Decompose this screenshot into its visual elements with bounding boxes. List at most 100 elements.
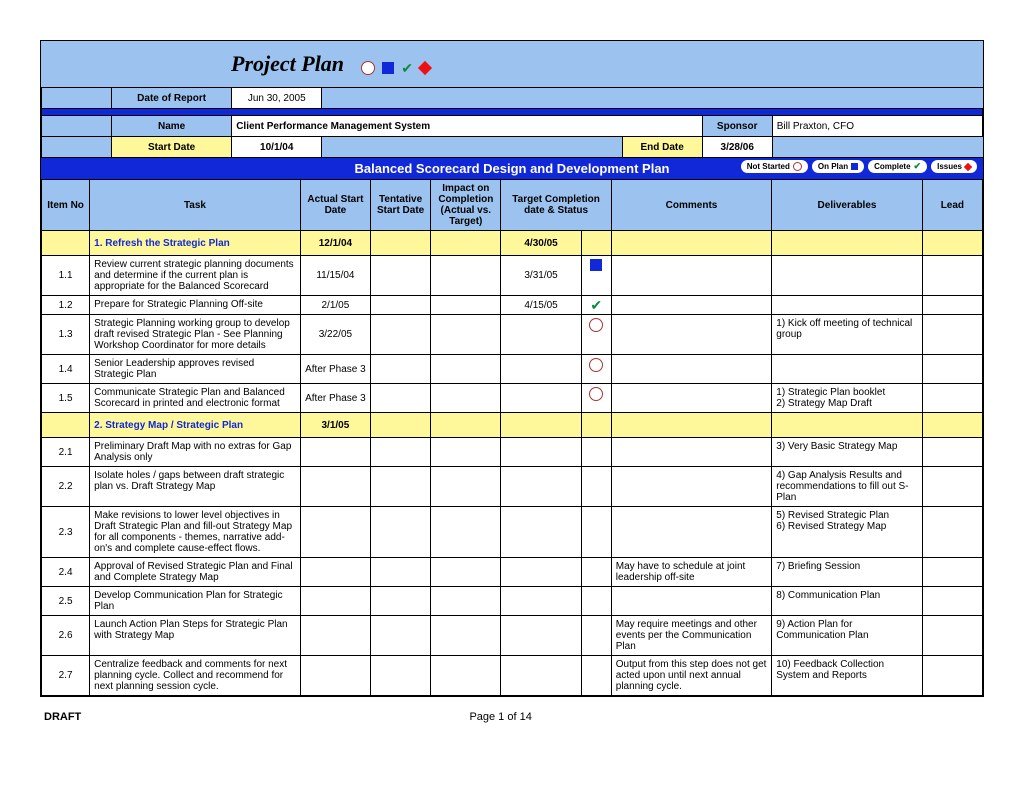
cell-comments: [611, 355, 772, 384]
cell-lead: [922, 355, 982, 384]
cell-impact: [431, 315, 501, 355]
cell-target: [501, 507, 581, 558]
page-footer: DRAFT Page 1 of 14: [40, 697, 984, 723]
group-target: 4/30/05: [501, 231, 581, 256]
task-row: 1.5Communicate Strategic Plan and Balanc…: [42, 384, 983, 413]
cell-deliverables: 8) Communication Plan: [772, 587, 922, 616]
cell-actual-start: 2/1/05: [300, 296, 370, 315]
cell-comments: May have to schedule at joint leadership…: [611, 558, 772, 587]
cell-item: 2.6: [42, 616, 90, 656]
section-banner: Balanced Scorecard Design and Developmen…: [41, 158, 983, 179]
cell-status: [581, 355, 611, 384]
cell-status: [581, 467, 611, 507]
cell-task: Centralize feedback and comments for nex…: [90, 656, 301, 696]
cell-lead: [922, 296, 982, 315]
task-row: 2.4Approval of Revised Strategic Plan an…: [42, 558, 983, 587]
cell-impact: [431, 616, 501, 656]
cell-target: [501, 587, 581, 616]
cell-item: 1.1: [42, 256, 90, 296]
section-title: Balanced Scorecard Design and Developmen…: [355, 161, 670, 176]
cell-impact: [431, 256, 501, 296]
group-actual-start: 12/1/04: [300, 231, 370, 256]
cell-lead: [922, 558, 982, 587]
cell-tentative-start: [371, 656, 431, 696]
cell-item: 2.3: [42, 507, 90, 558]
legend-not-started: Not Started: [741, 160, 808, 173]
cell-task: Isolate holes / gaps between draft strat…: [90, 467, 301, 507]
cell-target: 4/15/05: [501, 296, 581, 315]
cell-task: Strategic Planning working group to deve…: [90, 315, 301, 355]
cell-target: [501, 355, 581, 384]
on-plan-icon: [590, 259, 602, 271]
group-heading: 1. Refresh the Strategic Plan: [90, 231, 301, 256]
cell-item: 1.3: [42, 315, 90, 355]
col-comments: Comments: [611, 180, 772, 231]
cell-tentative-start: [371, 384, 431, 413]
title-status-icons: ✔: [359, 61, 432, 75]
group-target: [501, 413, 581, 438]
cell-task: Communicate Strategic Plan and Balanced …: [90, 384, 301, 413]
col-impact: Impact on Completion (Actual vs. Target): [431, 180, 501, 231]
cell-status: [581, 256, 611, 296]
end-date-value: 3/28/06: [702, 137, 772, 158]
issues-icon: [418, 61, 432, 75]
not-started-icon: [361, 61, 375, 75]
cell-item: 1.2: [42, 296, 90, 315]
cell-impact: [431, 656, 501, 696]
date-of-report-value: Jun 30, 2005: [232, 88, 322, 109]
cell-tentative-start: [371, 355, 431, 384]
col-task: Task: [90, 180, 301, 231]
cell-tentative-start: [371, 438, 431, 467]
cell-deliverables: [772, 296, 922, 315]
page-title: Project Plan: [231, 51, 344, 77]
task-row: 1.2Prepare for Strategic Planning Off-si…: [42, 296, 983, 315]
date-of-report-label: Date of Report: [112, 88, 232, 109]
cell-comments: [611, 587, 772, 616]
cell-comments: [611, 384, 772, 413]
task-row: 1.3Strategic Planning working group to d…: [42, 315, 983, 355]
cell-actual-start: 3/22/05: [300, 315, 370, 355]
cell-comments: [611, 315, 772, 355]
cell-target: [501, 558, 581, 587]
cell-impact: [431, 384, 501, 413]
cell-lead: [922, 656, 982, 696]
cell-tentative-start: [371, 315, 431, 355]
cell-deliverables: 3) Very Basic Strategy Map: [772, 438, 922, 467]
task-row: 2.2Isolate holes / gaps between draft st…: [42, 467, 983, 507]
cell-task: Review current strategic planning docume…: [90, 256, 301, 296]
task-row: 2.6Launch Action Plan Steps for Strategi…: [42, 616, 983, 656]
cell-impact: [431, 355, 501, 384]
cell-status: [581, 656, 611, 696]
cell-actual-start: 11/15/04: [300, 256, 370, 296]
col-tent: Tentative Start Date: [371, 180, 431, 231]
col-deliv: Deliverables: [772, 180, 922, 231]
cell-actual-start: [300, 507, 370, 558]
cell-item: 2.2: [42, 467, 90, 507]
task-row: 2.1Preliminary Draft Map with no extras …: [42, 438, 983, 467]
end-date-label: End Date: [622, 137, 702, 158]
cell-status: [581, 616, 611, 656]
cell-deliverables: 5) Revised Strategic Plan6) Revised Stra…: [772, 507, 922, 558]
cell-lead: [922, 256, 982, 296]
cell-task: Senior Leadership approves revised Strat…: [90, 355, 301, 384]
cell-impact: [431, 467, 501, 507]
col-item: Item No: [42, 180, 90, 231]
start-date-value: 10/1/04: [232, 137, 322, 158]
legend-issues: Issues: [931, 160, 977, 173]
legend: Not Started On Plan Complete✔ Issues: [741, 160, 977, 173]
group-heading: 2. Strategy Map / Strategic Plan: [90, 413, 301, 438]
task-row: 1.1Review current strategic planning doc…: [42, 256, 983, 296]
task-row: 1.4Senior Leadership approves revised St…: [42, 355, 983, 384]
not-started-icon: [589, 387, 603, 401]
meta-table: Date of Report Jun 30, 2005 Name Client …: [41, 87, 983, 158]
cell-tentative-start: [371, 256, 431, 296]
cell-status: [581, 558, 611, 587]
cell-deliverables: 1) Kick off meeting of technical group: [772, 315, 922, 355]
title-row: Project Plan ✔: [41, 41, 983, 87]
cell-lead: [922, 384, 982, 413]
cell-status: [581, 438, 611, 467]
cell-target: [501, 467, 581, 507]
cell-task: Develop Communication Plan for Strategic…: [90, 587, 301, 616]
cell-status: [581, 587, 611, 616]
cell-task: Approval of Revised Strategic Plan and F…: [90, 558, 301, 587]
